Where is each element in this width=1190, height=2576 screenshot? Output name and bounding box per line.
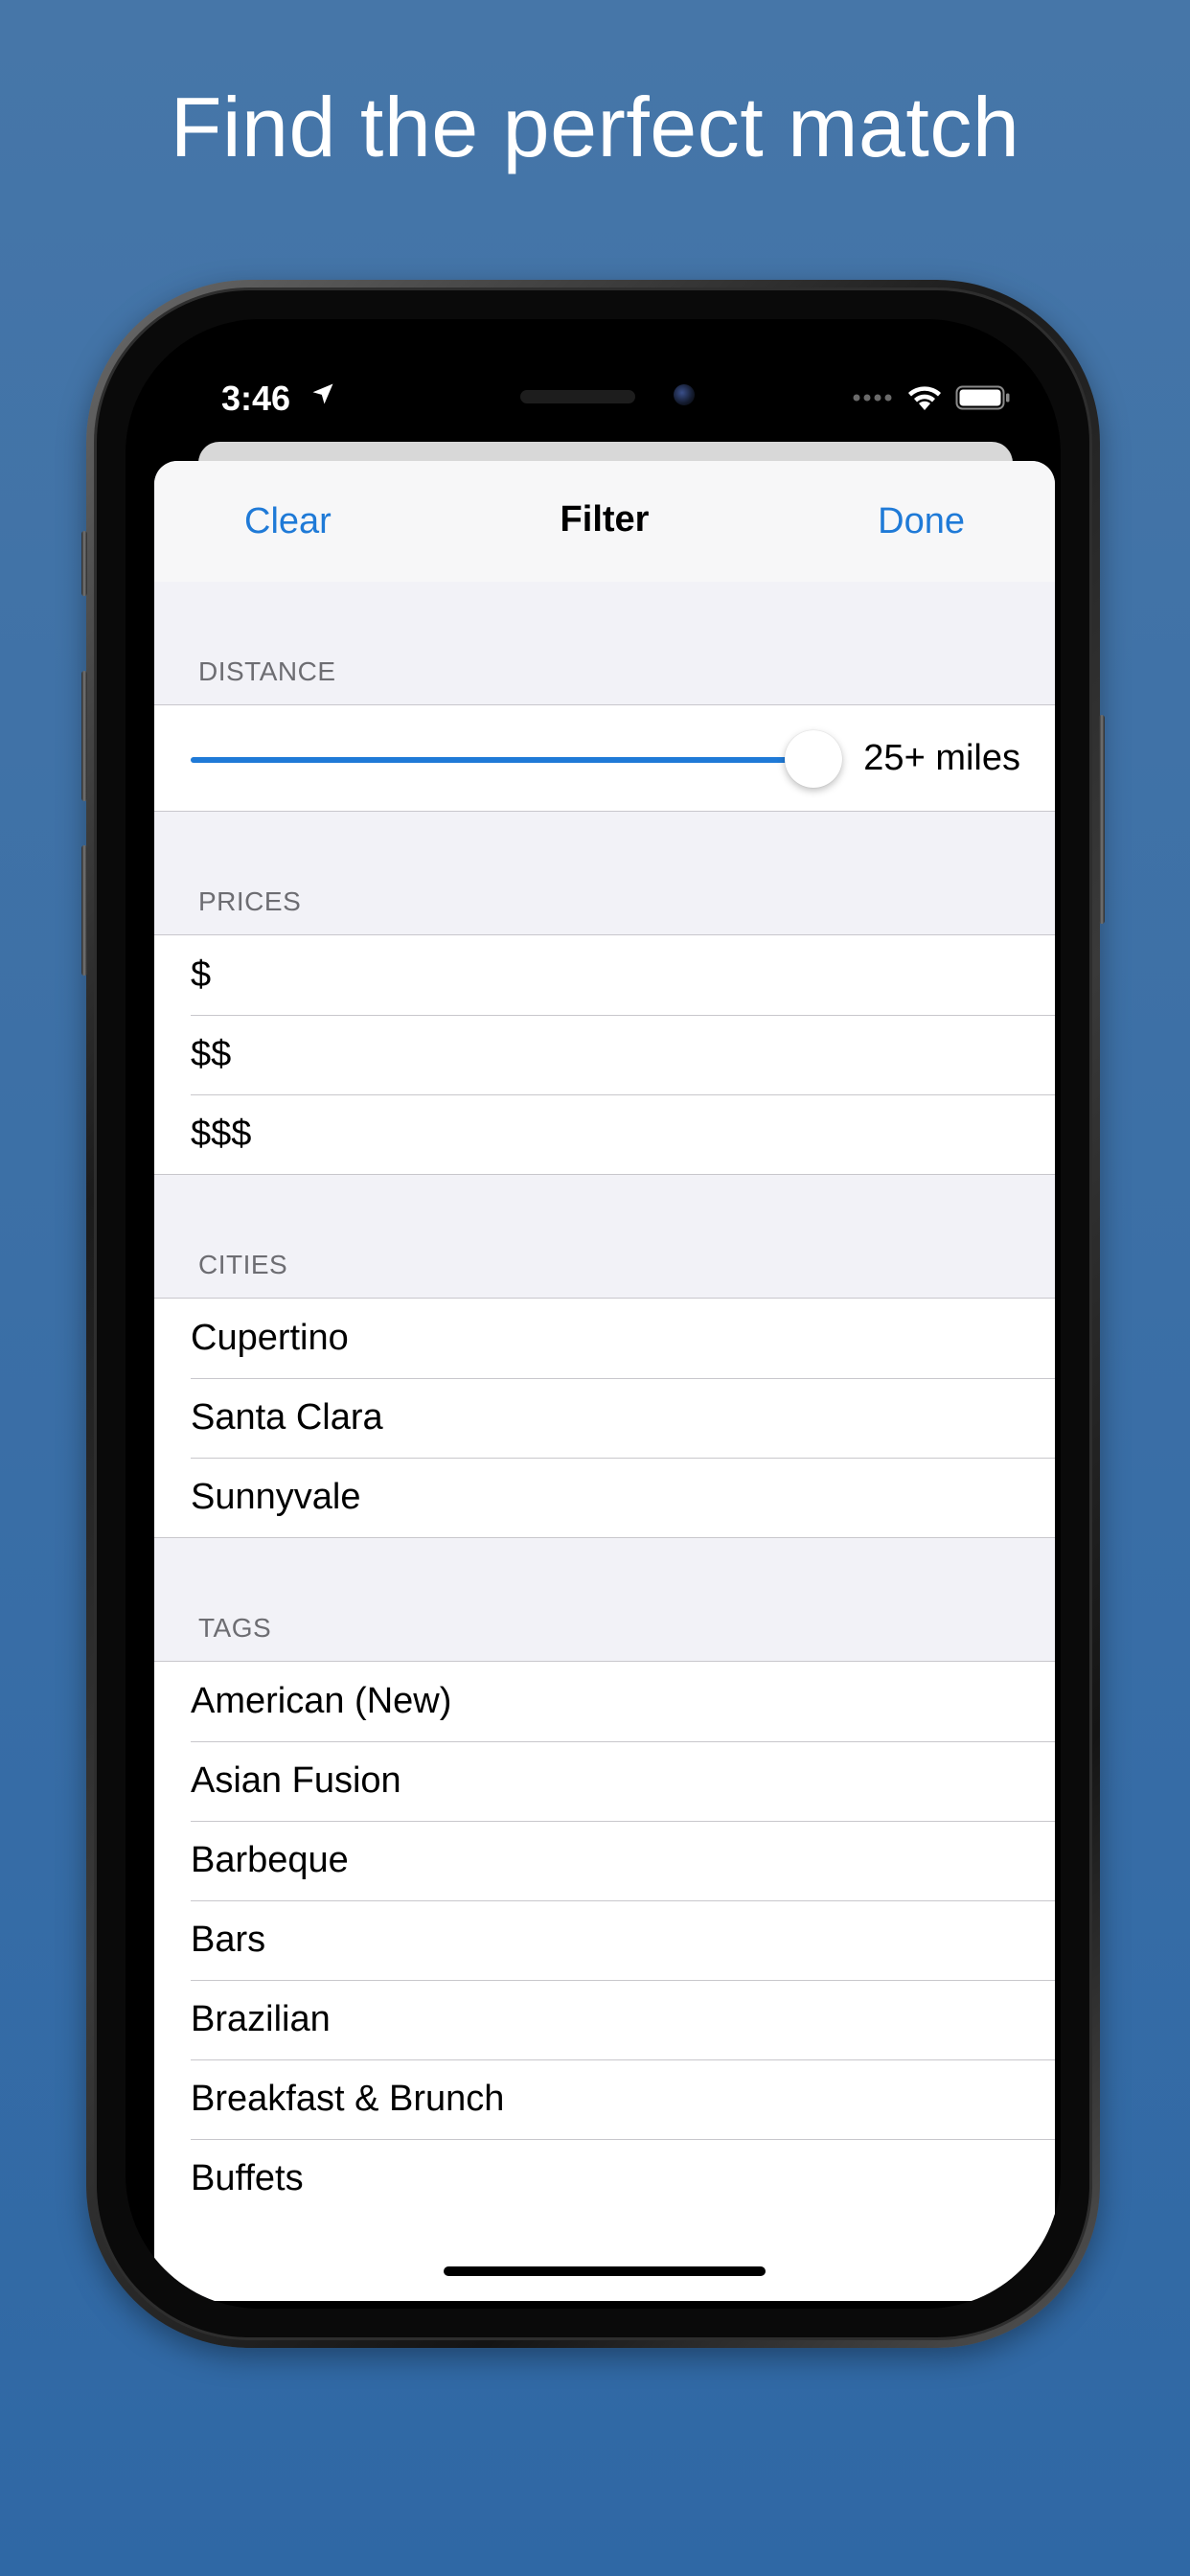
silent-switch <box>81 531 87 596</box>
volume-up-button <box>81 671 87 801</box>
list-item-price[interactable]: $$$ <box>154 1094 1055 1174</box>
wifi-icon <box>908 386 941 410</box>
list-item-tag[interactable]: Brazilian <box>154 1980 1055 2059</box>
prices-group: $ $$ $$$ <box>154 934 1055 1175</box>
navigation-bar: Clear Filter Done <box>154 461 1055 582</box>
clear-button[interactable]: Clear <box>244 501 332 542</box>
volume-down-button <box>81 845 87 976</box>
section-header-label: CITIES <box>198 1250 288 1279</box>
battery-icon <box>955 385 1010 410</box>
front-camera <box>674 384 695 405</box>
list-item-price[interactable]: $ <box>154 935 1055 1015</box>
list-item-price[interactable]: $$ <box>154 1015 1055 1094</box>
section-header-label: DISTANCE <box>198 656 336 686</box>
speaker-grille <box>520 390 635 403</box>
list-item-tag[interactable]: American (New) <box>154 1662 1055 1741</box>
list-item-tag[interactable]: Barbeque <box>154 1821 1055 1900</box>
list-item-city[interactable]: Cupertino <box>154 1299 1055 1378</box>
list-item-tag[interactable]: Buffets <box>154 2139 1055 2219</box>
list-item-tag[interactable]: Breakfast & Brunch <box>154 2059 1055 2139</box>
section-header-cities: CITIES <box>154 1175 1055 1298</box>
location-arrow-icon <box>312 383 333 404</box>
list-item-city[interactable]: Santa Clara <box>154 1378 1055 1458</box>
sheet-bottom-area <box>154 2213 1055 2301</box>
phone-rim: 3:46 Clear Filter Done DISTANCE 25+ mile… <box>94 288 1092 2340</box>
section-header-tags: TAGS <box>154 1538 1055 1661</box>
cities-group: Cupertino Santa Clara Sunnyvale <box>154 1298 1055 1538</box>
list-item-city[interactable]: Sunnyvale <box>154 1458 1055 1537</box>
tags-group: American (New) Asian Fusion Barbeque Bar… <box>154 1661 1055 2220</box>
slider-fill <box>191 757 813 763</box>
slider-thumb[interactable] <box>785 730 842 788</box>
done-button[interactable]: Done <box>878 501 965 542</box>
section-header-label: PRICES <box>198 886 302 916</box>
home-indicator[interactable] <box>444 2266 766 2276</box>
list-item-tag[interactable]: Asian Fusion <box>154 1741 1055 1821</box>
list-item-tag[interactable]: Bars <box>154 1900 1055 1980</box>
filter-sheet: Clear Filter Done DISTANCE 25+ miles PRI… <box>154 461 1055 2301</box>
phone-frame: 3:46 Clear Filter Done DISTANCE 25+ mile… <box>81 280 1105 2348</box>
headline: Find the perfect match <box>170 80 1020 174</box>
power-button <box>1099 715 1105 924</box>
distance-value-label: 25+ miles <box>863 738 1020 778</box>
distance-group: 25+ miles <box>154 704 1055 812</box>
status-time: 3:46 <box>221 379 291 418</box>
distance-slider-row: 25+ miles <box>154 705 1055 811</box>
status-icons <box>852 379 1011 417</box>
signal-dots-icon <box>853 394 892 402</box>
phone-screen: 3:46 Clear Filter Done DISTANCE 25+ mile… <box>126 319 1061 2309</box>
distance-slider[interactable] <box>191 757 813 763</box>
section-header-label: TAGS <box>198 1613 272 1643</box>
section-header-distance: DISTANCE <box>154 582 1055 704</box>
section-header-prices: PRICES <box>154 812 1055 934</box>
